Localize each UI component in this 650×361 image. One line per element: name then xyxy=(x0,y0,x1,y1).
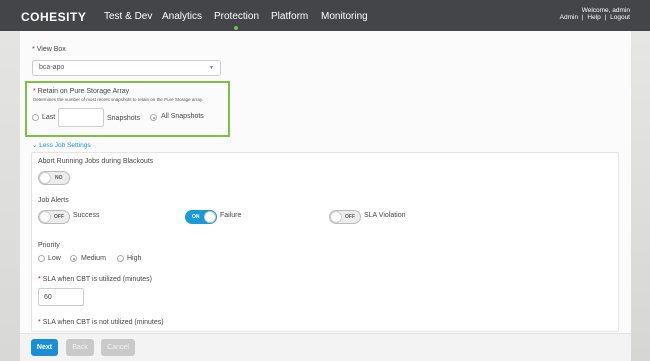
active-nav-indicator xyxy=(234,26,238,30)
toggle-state: ON xyxy=(192,214,200,220)
retain-description: Determines the number of most recent sna… xyxy=(33,97,204,102)
toggle-state: NO xyxy=(55,175,63,181)
required-asterisk: * xyxy=(38,319,41,326)
cohesity-logo[interactable]: COHESITY xyxy=(21,10,86,24)
job-alerts-label: Job Alerts xyxy=(38,197,69,204)
back-button[interactable]: Back xyxy=(66,339,94,356)
toggle-knob xyxy=(39,211,51,223)
top-navigation-bar: COHESITY Test & Dev Analytics Protection… xyxy=(0,0,650,31)
background-right xyxy=(631,31,650,361)
logout-link[interactable]: Logout xyxy=(610,14,630,21)
next-button[interactable]: Next xyxy=(31,339,58,356)
chevron-down-icon: ▼ xyxy=(209,65,214,71)
sla-violation-label: SLA Violation xyxy=(364,212,406,219)
failure-alert-toggle[interactable]: ON xyxy=(185,210,217,224)
last-radio-label: Last xyxy=(42,114,56,121)
required-asterisk: * xyxy=(32,46,35,53)
success-alert-toggle[interactable]: OFF xyxy=(38,210,70,224)
priority-medium-label: Medium xyxy=(81,255,106,262)
toggle-state: OFF xyxy=(54,214,64,220)
sla-violation-toggle[interactable]: OFF xyxy=(329,210,361,224)
failure-alert-label: Failure xyxy=(220,212,242,219)
sla-no-cbt-label: * SLA when CBT is not utilized (minutes) xyxy=(38,319,164,326)
required-asterisk: * xyxy=(38,276,41,283)
view-box-select[interactable]: bca-apo ▼ xyxy=(32,60,221,76)
priority-low-radio[interactable] xyxy=(38,255,45,262)
sla-cbt-input[interactable]: 60 xyxy=(38,288,84,306)
view-box-label: * View Box xyxy=(32,46,66,53)
last-radio[interactable] xyxy=(32,114,39,121)
user-menu: Welcome, admin Admin | Help | Logout xyxy=(558,7,630,21)
required-asterisk: * xyxy=(33,88,36,95)
separator: | xyxy=(604,14,607,21)
background-left xyxy=(0,31,20,361)
toggle-knob xyxy=(330,211,342,223)
chevron-down-icon: ⌄ xyxy=(32,142,38,149)
retain-label: * Retain on Pure Storage Array xyxy=(33,88,130,95)
abort-label: Abort Running Jobs during Blackouts xyxy=(38,158,154,165)
sla-cbt-label: * SLA when CBT is utilized (minutes) xyxy=(38,276,152,283)
help-link[interactable]: Help xyxy=(587,14,600,21)
less-job-settings-link[interactable]: ⌄ Less Job Settings xyxy=(32,141,91,149)
priority-high-radio[interactable] xyxy=(117,255,124,262)
priority-high-label: High xyxy=(127,255,142,262)
snapshots-unit-label: Snapshots xyxy=(107,115,141,122)
admin-link[interactable]: Admin xyxy=(560,14,578,21)
last-snapshots-input[interactable] xyxy=(58,108,104,127)
cancel-button[interactable]: Cancel xyxy=(101,339,135,356)
welcome-text: Welcome, admin xyxy=(581,7,630,14)
priority-low-label: Low xyxy=(48,255,61,262)
nav-platform[interactable]: Platform xyxy=(271,11,308,22)
toggle-knob xyxy=(204,211,216,223)
success-alert-label: Success xyxy=(73,212,100,219)
toggle-knob xyxy=(39,172,51,184)
nav-analytics[interactable]: Analytics xyxy=(162,11,202,22)
all-snapshots-radio[interactable] xyxy=(150,114,157,121)
nav-test-dev[interactable]: Test & Dev xyxy=(104,11,152,22)
nav-protection[interactable]: Protection xyxy=(214,11,259,22)
priority-medium-radio[interactable] xyxy=(70,255,77,262)
separator: | xyxy=(581,14,584,21)
nav-monitoring[interactable]: Monitoring xyxy=(321,11,368,22)
toggle-state: OFF xyxy=(345,214,355,220)
abort-toggle[interactable]: NO xyxy=(38,171,70,185)
advanced-settings-box xyxy=(31,152,619,332)
all-snapshots-label: All Snapshots xyxy=(161,113,204,120)
view-box-value: bca-apo xyxy=(39,64,65,71)
priority-label: Priority xyxy=(38,242,60,249)
